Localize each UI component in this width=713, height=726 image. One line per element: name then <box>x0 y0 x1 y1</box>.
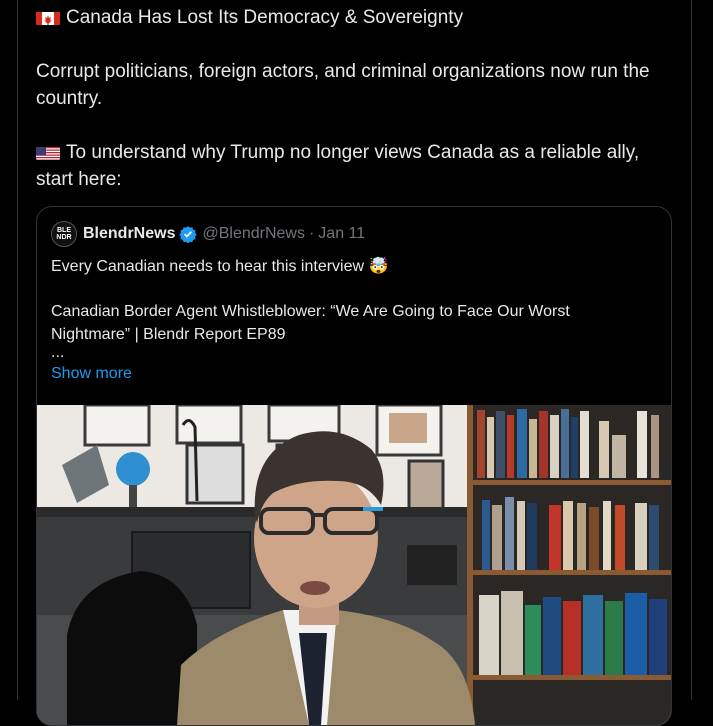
video-thumbnail[interactable] <box>37 405 671 725</box>
quote-text-2: Canadian Border Agent Whistleblower: “We… <box>51 303 570 343</box>
quote-handle[interactable]: @BlendrNews <box>202 225 305 243</box>
quote-date[interactable]: Jan 11 <box>318 225 365 243</box>
verified-badge-icon <box>179 226 198 243</box>
quoted-post[interactable]: BLE NDR BlendrNews @BlendrNews · Jan 11 … <box>36 206 672 726</box>
column-border-left <box>17 0 18 700</box>
column-border-right <box>691 0 692 700</box>
us-flag-icon <box>36 144 60 160</box>
post-text: Canada Has Lost Its Democracy & Sovereig… <box>36 4 676 193</box>
post-line-2: Corrupt politicians, foreign actors, and… <box>36 61 650 109</box>
show-more-link[interactable]: Show more <box>51 362 132 385</box>
video-scene-image <box>37 405 671 725</box>
post-line-1: Canada Has Lost Its Democracy & Sovereig… <box>36 4 676 31</box>
quote-ellipsis: ... <box>51 344 65 361</box>
meta-separator: · <box>308 225 315 242</box>
quote-header: BLE NDR BlendrNews @BlendrNews · Jan 11 <box>51 221 365 247</box>
quote-body: Every Canadian needs to hear this interv… <box>51 255 651 385</box>
quote-author-name[interactable]: BlendrNews <box>83 225 175 243</box>
quote-text-1: Every Canadian needs to hear this interv… <box>51 258 389 275</box>
avatar[interactable]: BLE NDR <box>51 221 77 247</box>
post-line-3: To understand why Trump no longer views … <box>36 142 640 190</box>
canada-flag-icon <box>36 9 60 25</box>
